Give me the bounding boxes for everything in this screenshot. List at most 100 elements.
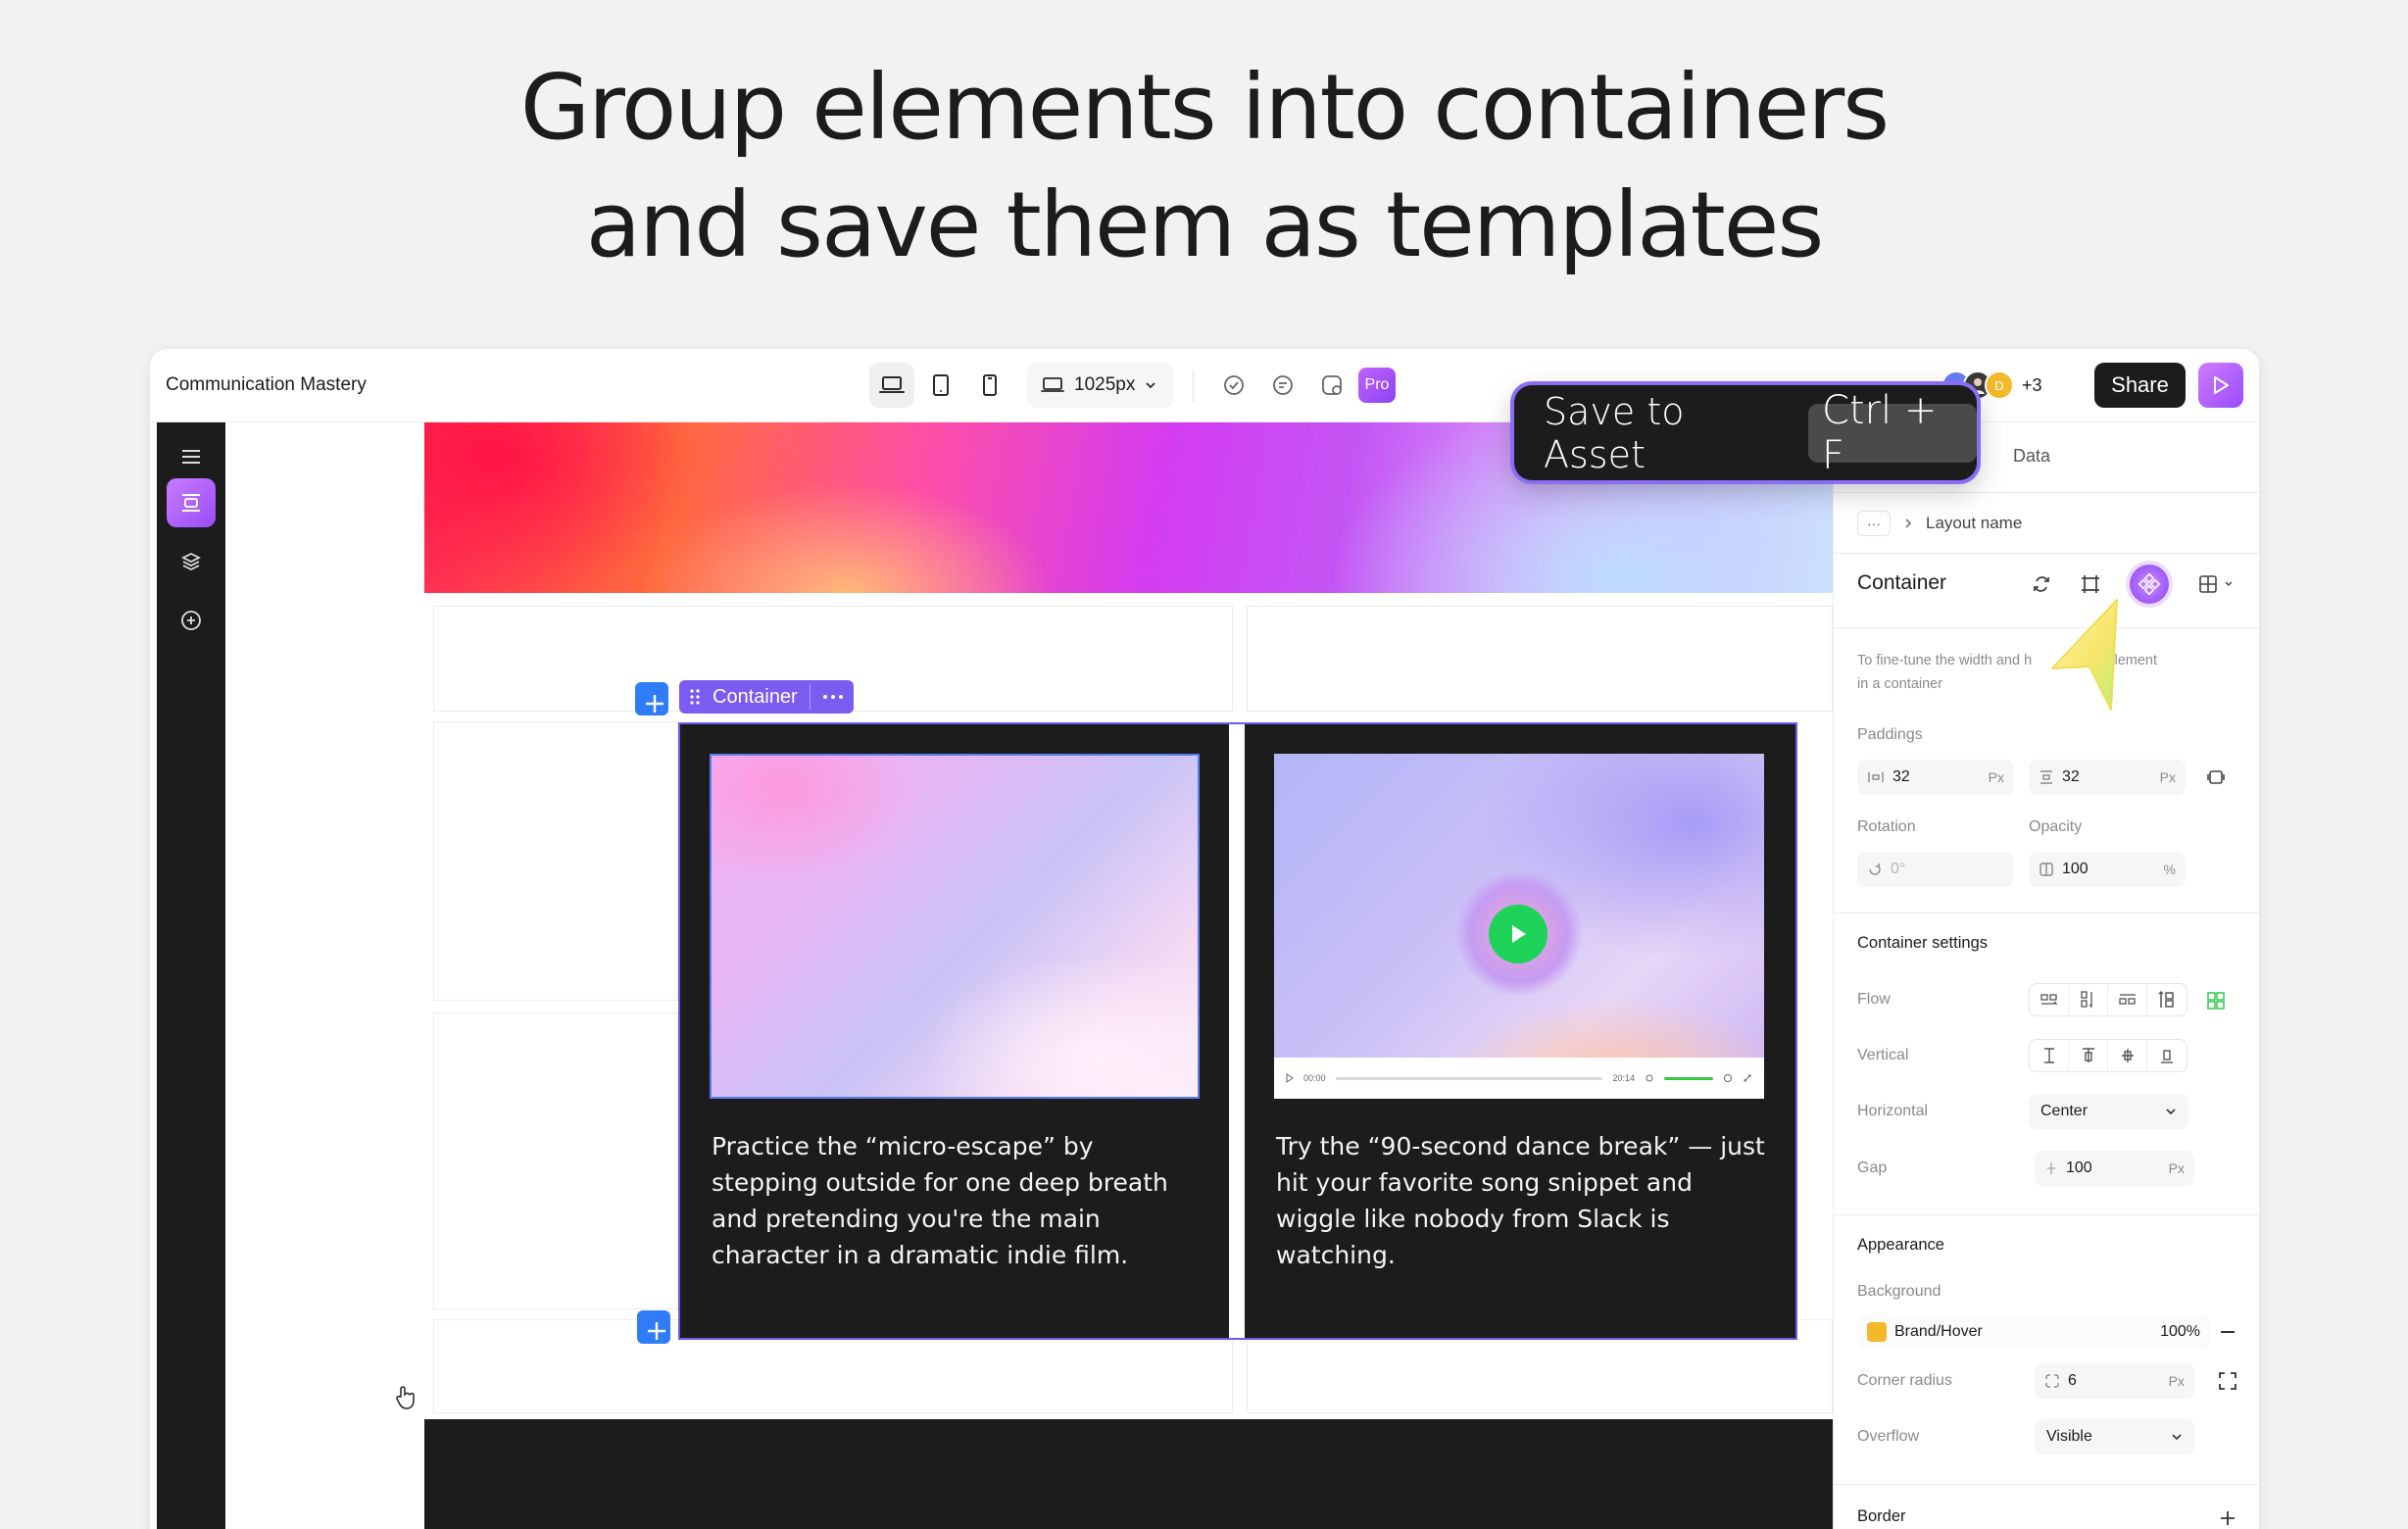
container-toolbar[interactable]: Container [679,680,854,714]
preview-button[interactable] [2198,363,2243,408]
align-center-option[interactable] [2108,1040,2147,1071]
breadcrumb-current[interactable]: Layout name [1926,514,2022,533]
layers-button[interactable] [167,537,216,586]
volume-slider[interactable] [1664,1076,1713,1080]
corner-radius-field[interactable]: 6 Px [2035,1363,2194,1399]
selected-container[interactable]: Practice the “micro-escape” by stepping … [678,722,1797,1340]
menu-button[interactable] [167,432,216,481]
comment-icon [1273,375,1293,395]
keyboard-shortcut: Ctrl + F [1808,388,1977,478]
unit-label: Px [2168,1373,2185,1389]
gap-field[interactable]: 100 Px [2035,1151,2194,1186]
video-progress-track[interactable] [1335,1076,1603,1080]
align-top-option[interactable] [2030,1040,2069,1071]
more-users-count: +3 [2022,374,2042,395]
tooltip-label: Save to Asset [1544,389,1685,476]
volume-icon[interactable] [1645,1073,1654,1083]
unit-label: Px [2168,1160,2185,1176]
breadcrumb: ··· Layout name [1857,511,2022,536]
vertical-align-control[interactable] [2029,1039,2187,1072]
crop-icon [1322,375,1342,395]
divider [1834,627,2259,628]
padding-horizontal-field[interactable]: 32 Px [1857,760,2014,795]
comment-button[interactable] [1260,363,1305,408]
pro-badge[interactable]: Pro [1358,368,1396,403]
empty-block[interactable] [1247,606,1833,712]
rotation-field[interactable]: 0° [1857,852,2014,887]
align-bottom-option[interactable] [2147,1040,2187,1071]
individual-paddings-button[interactable] [2196,758,2236,797]
share-button[interactable]: Share [2094,363,2186,408]
grid-layout-select[interactable] [2187,565,2245,604]
empty-block[interactable] [433,1012,678,1309]
align-start-option[interactable] [2069,1040,2108,1071]
settings-icon[interactable] [1723,1073,1733,1083]
flow-segmented-control[interactable] [2029,983,2187,1016]
padding-vertical-icon [2040,770,2052,784]
chevron-right-icon [1905,518,1912,528]
card-text[interactable]: Practice the “micro-escape” by stepping … [712,1128,1202,1273]
padding-vertical-field[interactable]: 32 Px [2029,760,2186,795]
opacity-field[interactable]: 100 % [2029,852,2186,887]
panel-title: Container [1857,571,1947,594]
grid-flow-button[interactable] [2196,981,2236,1020]
padding-horizontal-value: 32 [1892,768,1910,785]
padding-horizontal-icon [1868,772,1884,782]
more-options-icon[interactable] [822,694,844,700]
laptop-view-button[interactable] [869,363,914,408]
flow-wrap-option[interactable] [2108,984,2147,1015]
flow-column-option[interactable] [2069,984,2108,1015]
card-micro-escape[interactable]: Practice the “micro-escape” by stepping … [680,724,1229,1338]
play-icon [2214,376,2229,394]
check-button[interactable] [1211,363,1256,408]
tablet-icon [933,374,949,396]
percent-unit: % [2163,862,2176,877]
phone-view-button[interactable] [967,363,1012,408]
corner-radius-icon [2045,1374,2059,1388]
individual-corners-button[interactable] [2208,1361,2247,1401]
hint-text-line2: in a container [1857,676,1943,692]
video-time-start: 00:00 [1303,1073,1326,1083]
remove-background-button[interactable] [2208,1312,2247,1352]
document-title: Communication Mastery [166,374,367,395]
play-small-icon[interactable] [1286,1073,1294,1083]
background-swatch[interactable] [1867,1322,1887,1342]
horizontal-align-value: Center [2040,1103,2089,1119]
horizontal-label: Horizontal [1857,1103,1929,1119]
horizontal-align-select[interactable]: Center [2029,1094,2188,1129]
padding-vertical-value: 32 [2062,768,2080,785]
swap-icon [2034,576,2049,592]
container-icon [182,494,200,512]
gap-label: Gap [1857,1159,1888,1176]
video-player[interactable]: 00:00 20:14 [1274,754,1764,1099]
tablet-view-button[interactable] [918,363,963,408]
divider [1834,912,2259,913]
footer-section[interactable] [424,1419,1833,1529]
align-center-icon [2121,1049,2134,1062]
gradient-image[interactable] [710,754,1200,1099]
empty-block[interactable] [433,721,678,1001]
drag-handle-icon[interactable] [689,688,701,706]
border-title: Border [1857,1507,1906,1525]
crop-button[interactable] [1309,363,1354,408]
rotation-value: 0° [1891,861,1906,877]
overflow-select[interactable]: Visible [2035,1419,2194,1455]
add-element-button[interactable] [167,596,216,645]
video-controls[interactable]: 00:00 20:14 [1274,1058,1764,1099]
tab-data[interactable]: Data [2013,446,2050,467]
card-text[interactable]: Try the “90-second dance break” — just h… [1276,1128,1766,1273]
background-field[interactable]: Brand/Hover 100% [1857,1314,2210,1350]
containers-button[interactable] [167,478,216,527]
add-border-button[interactable] [2208,1499,2247,1529]
fullscreen-icon[interactable] [1743,1073,1752,1083]
video-play-button[interactable] [1489,905,1548,963]
breadcrumb-more-button[interactable]: ··· [1857,511,1891,536]
padding-all-icon [2207,770,2225,784]
viewport-width-select[interactable]: 1025px [1027,363,1174,408]
flow-stack-option[interactable] [2147,984,2187,1015]
save-to-asset-button[interactable] [2130,565,2169,604]
left-sidebar [157,422,225,1529]
flow-row-option[interactable] [2030,984,2069,1015]
card-dance-break[interactable]: 00:00 20:14 Try the “90-second dance bre… [1245,724,1795,1338]
background-opacity[interactable]: 100% [2160,1323,2200,1341]
